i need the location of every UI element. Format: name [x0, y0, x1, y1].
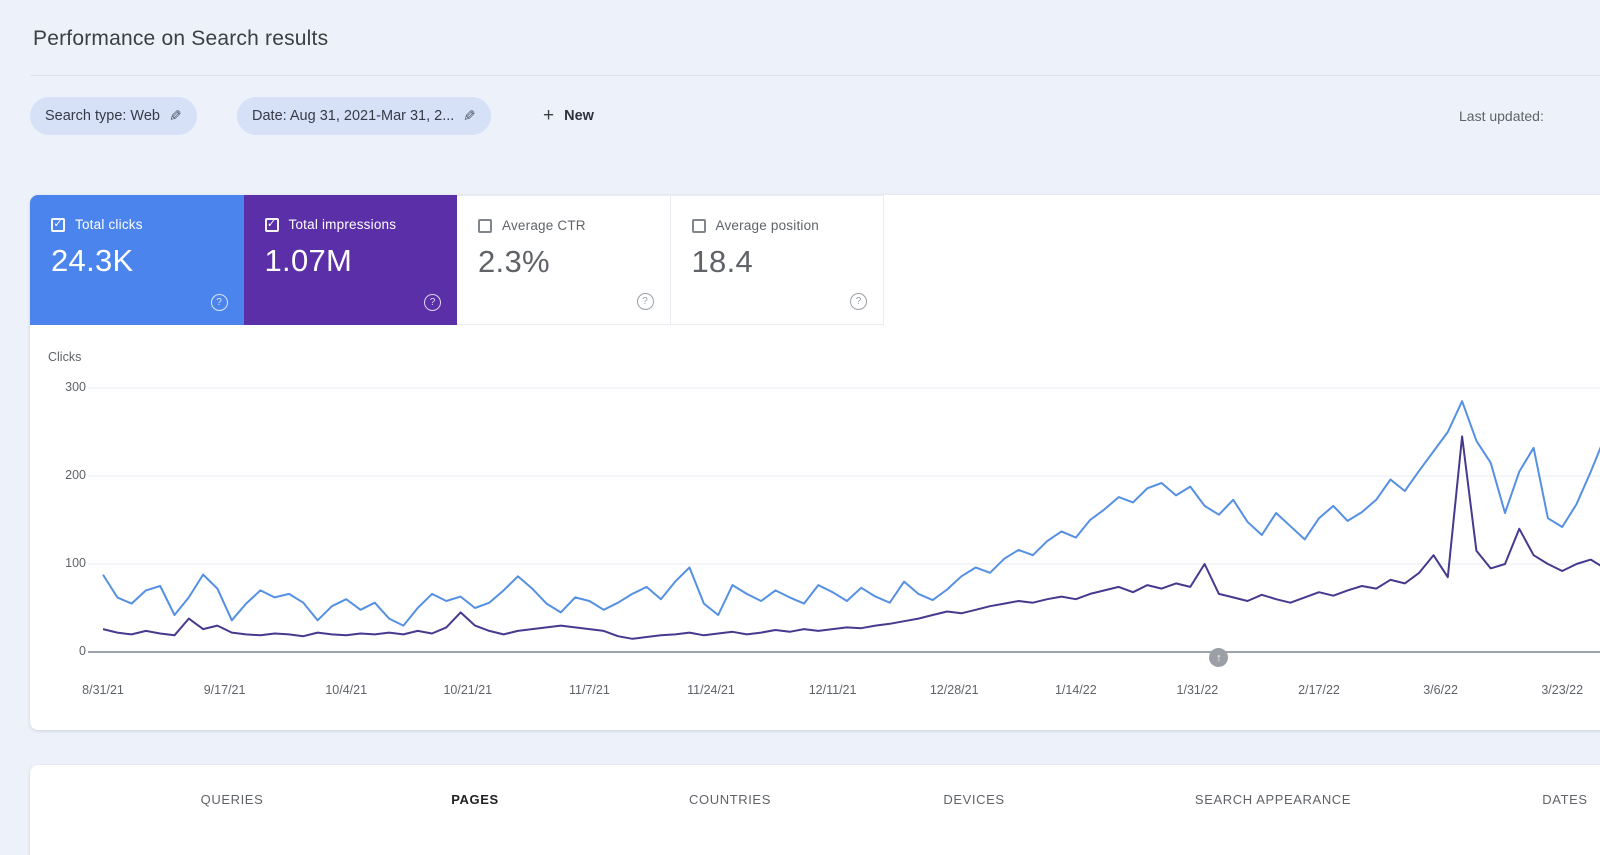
edit-pencil-icon[interactable]: ✎ [169, 107, 182, 125]
y-axis-tick-label: 200 [46, 468, 86, 482]
performance-chart-card: ✓ Total clicks 24.3K? ✓ Total impressions 1.0… [30, 195, 1600, 730]
x-axis-tick-label: 1/31/22 [1162, 683, 1232, 697]
last-updated-text: Last updated: [1459, 108, 1544, 124]
x-axis-tick-label: 8/31/21 [68, 683, 138, 697]
y-axis-tick-label: 100 [46, 556, 86, 570]
date-range-chip-label: Date: Aug 31, 2021-Mar 31, 2... [252, 108, 454, 124]
help-icon[interactable]: ? [424, 294, 441, 311]
y-axis-title: Clicks [48, 350, 81, 364]
header-divider [30, 75, 1600, 76]
x-axis-tick-label: 10/4/21 [311, 683, 381, 697]
metric-tiles-row: ✓ Total clicks 24.3K? ✓ Total impressions 1.0… [30, 195, 884, 325]
checkbox-unchecked-icon[interactable] [478, 219, 492, 233]
metric-tile-total-impressions[interactable]: ✓ Total impressions 1.07M? [244, 195, 458, 325]
x-axis-tick-label: 3/23/22 [1527, 683, 1597, 697]
metric-tile-total-clicks[interactable]: ✓ Total clicks 24.3K? [30, 195, 244, 325]
x-axis-tick-label: 12/28/21 [919, 683, 989, 697]
tab-devices[interactable]: DEVICES [943, 792, 1004, 807]
metric-value: 24.3K [51, 243, 134, 279]
metric-label: Average CTR [502, 218, 586, 233]
checkbox-checked-icon[interactable]: ✓ [51, 218, 65, 232]
help-icon[interactable]: ? [211, 294, 228, 311]
metric-label: Total impressions [289, 217, 397, 232]
new-filter-label: New [564, 108, 594, 124]
x-axis-tick-label: 9/17/21 [190, 683, 260, 697]
x-axis-tick-label: 10/21/21 [433, 683, 503, 697]
tab-queries[interactable]: QUERIES [201, 792, 264, 807]
edit-pencil-icon[interactable]: ✎ [463, 107, 476, 125]
tab-dates[interactable]: DATES [1542, 792, 1587, 807]
search-type-chip[interactable]: Search type: Web ✎ [30, 97, 197, 135]
dimension-tabs-card: QUERIES PAGES COUNTRIES DEVICES SEARCH APPEA… [30, 765, 1600, 855]
tab-pages[interactable]: PAGES [451, 792, 499, 807]
metric-value: 2.3% [478, 244, 550, 280]
date-range-chip[interactable]: Date: Aug 31, 2021-Mar 31, 2... ✎ [237, 97, 491, 135]
help-icon[interactable]: ? [850, 293, 867, 310]
page-title: Performance on Search results [33, 27, 328, 51]
metric-value: 18.4 [692, 244, 754, 280]
x-axis-tick-label: 1/14/22 [1041, 683, 1111, 697]
metric-label: Total clicks [75, 217, 143, 232]
tab-countries[interactable]: COUNTRIES [689, 792, 771, 807]
series-line-clicks[interactable] [103, 401, 1600, 625]
x-axis-tick-label: 11/24/21 [676, 683, 746, 697]
x-axis-tick-label: 11/7/21 [554, 683, 624, 697]
series-line-impressions[interactable] [103, 436, 1600, 638]
new-filter-button[interactable]: + New [543, 97, 594, 135]
checkbox-checked-icon[interactable]: ✓ [265, 218, 279, 232]
x-axis-tick-label: 2/17/22 [1284, 683, 1354, 697]
y-axis-tick-label: 0 [46, 644, 86, 658]
plus-icon: + [543, 105, 554, 127]
x-axis-tick-label: 12/11/21 [798, 683, 868, 697]
metric-label: Average position [716, 218, 820, 233]
y-axis-tick-label: 300 [46, 380, 86, 394]
search-type-chip-label: Search type: Web [45, 108, 160, 124]
metric-tile-average-ctr[interactable]: Average CTR 2.3%? [457, 195, 671, 325]
x-axis-tick-label: 3/6/22 [1406, 683, 1476, 697]
checkbox-unchecked-icon[interactable] [692, 219, 706, 233]
tab-search-appearance[interactable]: SEARCH APPEARANCE [1195, 792, 1351, 807]
help-icon[interactable]: ? [637, 293, 654, 310]
metric-tile-average-position[interactable]: Average position 18.4? [671, 195, 885, 325]
metric-value: 1.07M [265, 243, 353, 279]
